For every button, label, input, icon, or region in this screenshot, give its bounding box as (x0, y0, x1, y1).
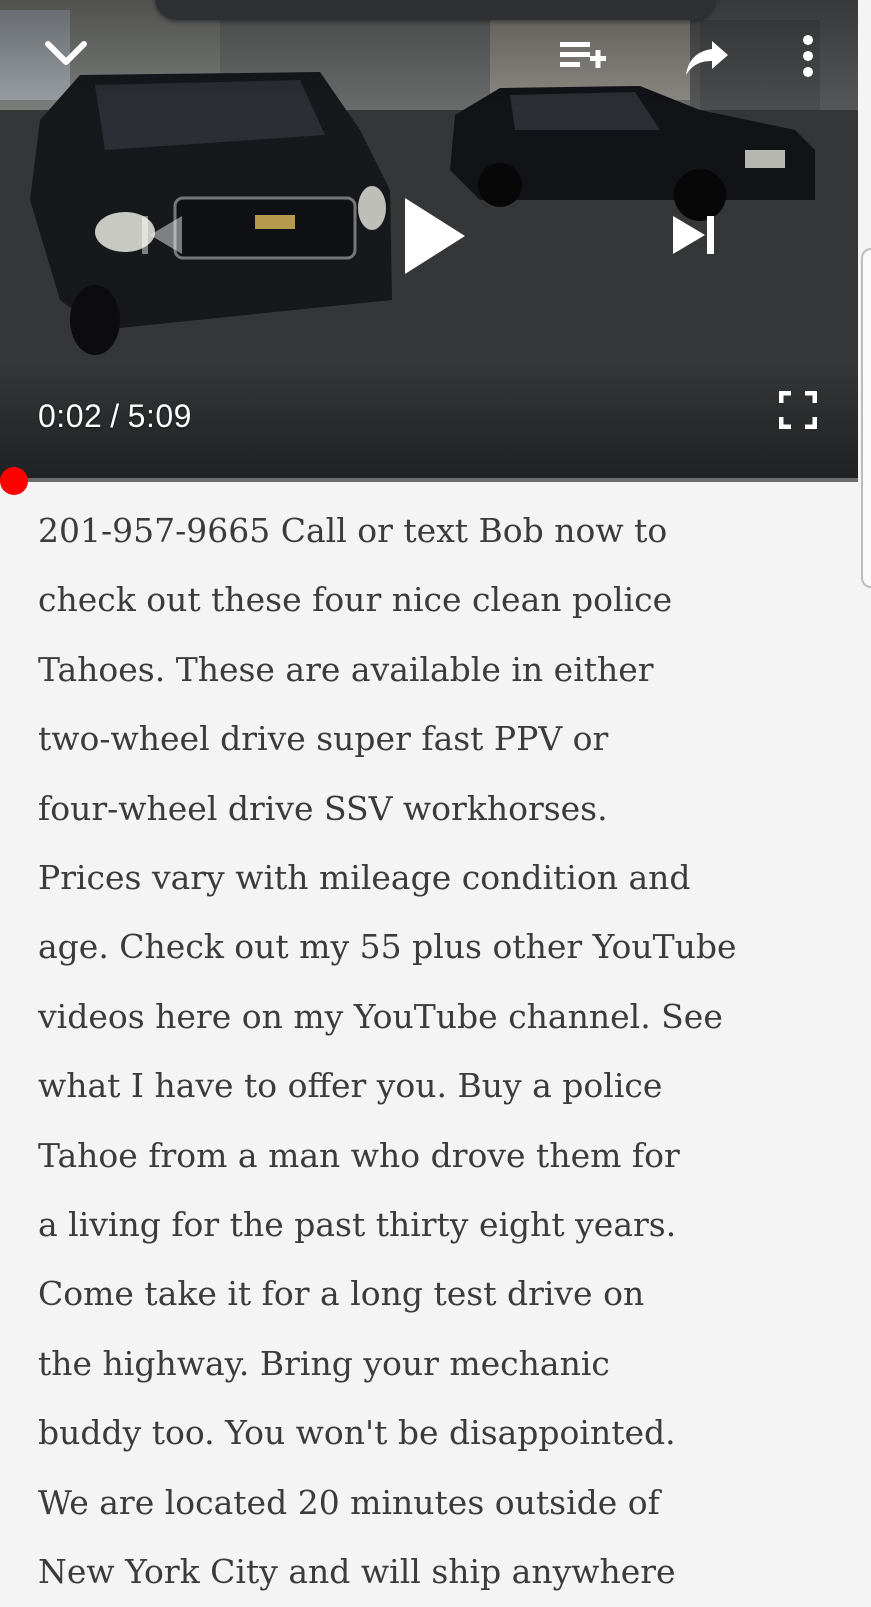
chevron-down-icon[interactable] (40, 30, 92, 78)
more-vert-icon[interactable] (790, 30, 826, 82)
skip-next-icon[interactable] (668, 210, 720, 260)
time-display: 0:02/5:09 (38, 398, 192, 435)
video-description: 201-957-9665 Call or text Bob now to che… (38, 511, 737, 1592)
fullscreen-icon[interactable] (776, 388, 820, 432)
skip-previous-icon[interactable] (138, 210, 186, 260)
playlist-add-icon[interactable] (555, 34, 611, 78)
share-icon[interactable] (682, 36, 732, 80)
current-time: 0:02 (38, 398, 103, 434)
search-pill[interactable] (155, 0, 715, 20)
play-icon[interactable] (398, 192, 470, 280)
progress-scrubber[interactable] (0, 467, 28, 495)
video-player[interactable]: 0:02/5:09 (0, 0, 858, 482)
side-panel-handle[interactable] (861, 248, 871, 588)
time-separator: / (110, 398, 120, 434)
progress-bar[interactable] (0, 478, 858, 482)
duration: 5:09 (127, 398, 192, 434)
